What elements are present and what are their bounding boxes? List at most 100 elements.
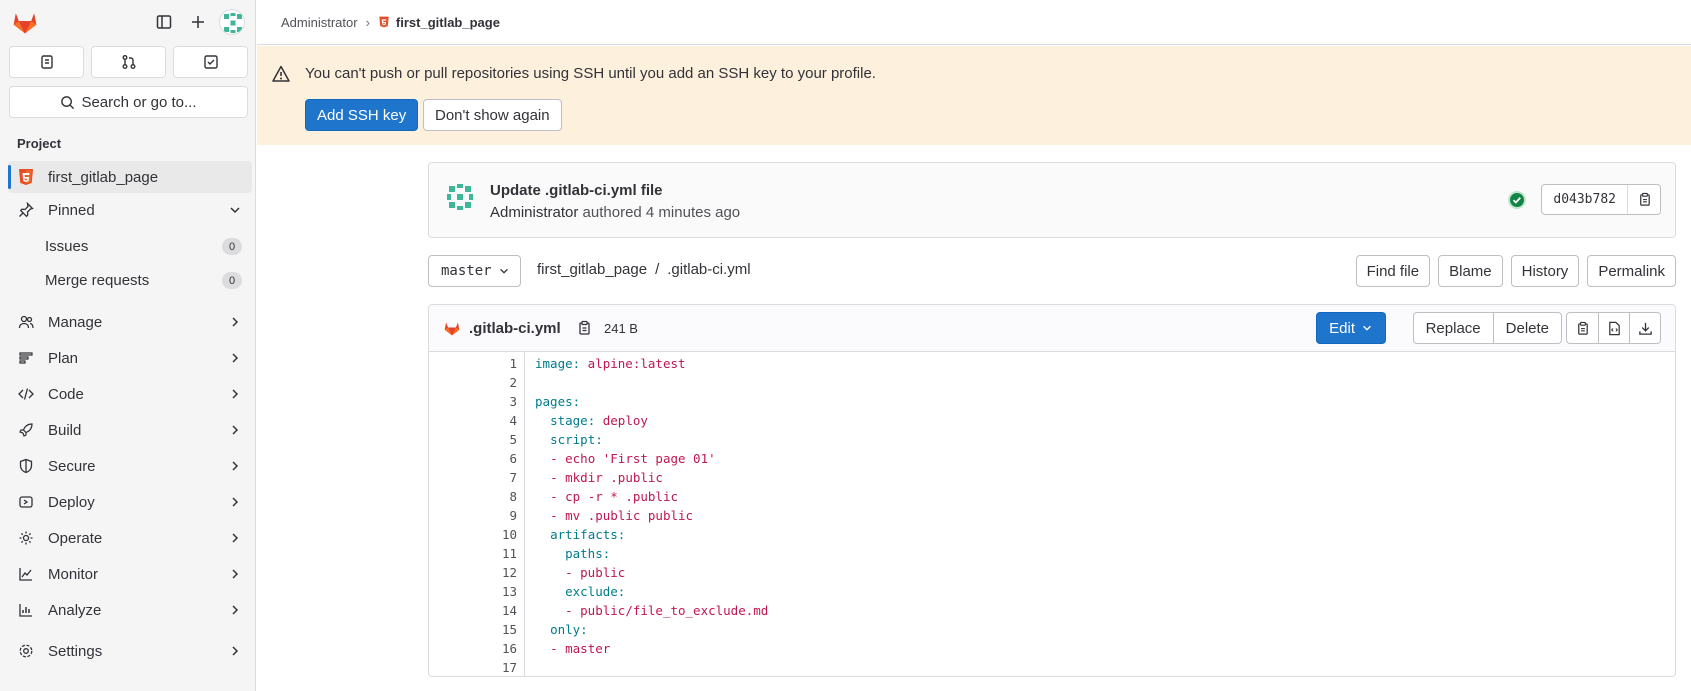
path-root-link[interactable]: first_gitlab_page [537,261,647,278]
replace-button[interactable]: Replace [1414,313,1493,343]
sidebar-item-manage[interactable]: Manage [8,306,252,338]
chevron-right-icon [232,569,239,579]
issues-counter-button[interactable] [9,46,84,78]
commit-author[interactable]: Administrator [490,204,578,221]
line-number[interactable]: 16 [429,639,517,658]
sidebar-item-label: Secure [48,457,96,475]
breadcrumb-current[interactable]: first_gitlab_page [378,15,500,30]
yaml-value: alpine:latest [580,356,686,371]
line-number[interactable]: 4 [429,411,517,430]
chevron-right-icon [232,605,239,615]
sidebar-item-merge-requests[interactable]: Merge requests 0 [8,265,252,295]
chevron-right-icon [232,533,239,543]
breadcrumb: Administrator › first_gitlab_page [257,0,1691,45]
copy-sha-button[interactable] [1628,185,1660,214]
line-number[interactable]: 11 [429,544,517,563]
yaml-value: - master [550,641,611,656]
chevron-right-icon [232,317,239,327]
yaml-value: - cp -r * .public [550,489,678,504]
copy-contents-button[interactable] [1567,313,1598,343]
search-button[interactable]: Search or go to... [9,86,248,118]
html5-icon [16,167,36,187]
edit-label: Edit [1329,319,1355,337]
sidebar-item-settings[interactable]: Settings [8,635,252,667]
sidebar-item-deploy[interactable]: Deploy [8,486,252,518]
sidebar-toggle-icon[interactable] [153,11,175,33]
pinned-label: Pinned [48,201,95,219]
chevron-right-icon [232,353,239,363]
line-number[interactable]: 10 [429,525,517,544]
history-button[interactable]: History [1510,255,1580,287]
count-badge: 0 [222,272,242,289]
edit-dropdown-button[interactable]: Edit [1316,312,1386,344]
sidebar-header [0,0,256,45]
line-number[interactable]: 8 [429,487,517,506]
add-ssh-key-button[interactable]: Add SSH key [305,99,419,131]
breadcrumb-root[interactable]: Administrator [281,15,358,30]
commit-meta: Administrator authored 4 minutes ago [490,204,740,221]
yaml-key: script: [550,432,603,447]
yaml-key: paths: [565,546,611,561]
sidebar-item-analyze[interactable]: Analyze [8,594,252,626]
cloud-gear-icon [16,528,36,548]
copy-path-icon[interactable] [576,320,592,336]
yaml-key: artifacts: [550,527,626,542]
line-number[interactable]: 17 [429,658,517,676]
line-number[interactable]: 14 [429,601,517,620]
line-number[interactable]: 13 [429,582,517,601]
line-number[interactable]: 9 [429,506,517,525]
code-line: - echo 'First page 01' [535,449,716,468]
pipeline-status-passed-icon[interactable] [1507,190,1527,210]
dont-show-again-button[interactable]: Don't show again [423,99,562,131]
delete-button[interactable]: Delete [1492,313,1561,343]
sidebar-item-project[interactable]: first_gitlab_page [8,161,252,193]
settings-icon [16,641,36,661]
sidebar-item-plan[interactable]: Plan [8,342,252,374]
line-number[interactable]: 12 [429,563,517,582]
commit-sha[interactable]: d043b782 [1542,185,1628,214]
path-file-link[interactable]: .gitlab-ci.yml [667,261,750,278]
commit-author-avatar[interactable] [444,181,476,213]
html5-icon [379,16,389,28]
line-number[interactable]: 3 [429,392,517,411]
open-raw-button[interactable] [1598,313,1629,343]
plus-icon[interactable] [187,11,209,33]
sidebar-item-monitor[interactable]: Monitor [8,558,252,590]
line-number[interactable]: 7 [429,468,517,487]
ssh-key-alert: You can't push or pull repositories usin… [257,46,1691,145]
copy-icon [1578,321,1588,335]
sidebar-item-secure[interactable]: Secure [8,450,252,482]
todos-counter-button[interactable] [173,46,248,78]
blame-button[interactable]: Blame [1438,255,1503,287]
sidebar-item-build[interactable]: Build [8,414,252,446]
line-number[interactable]: 1 [429,354,517,373]
branch-dropdown[interactable]: master [428,255,521,287]
line-number[interactable]: 2 [429,373,517,392]
search-label: Search or go to... [81,93,197,111]
line-number[interactable]: 5 [429,430,517,449]
find-file-button[interactable]: Find file [1355,255,1431,287]
gitlab-logo[interactable] [10,8,40,36]
merge-requests-counter-button[interactable] [91,46,166,78]
planning-icon [16,348,36,368]
count-badge: 0 [222,238,242,255]
sidebar-item-operate[interactable]: Operate [8,522,252,554]
file-header: .gitlab-ci.yml 241 B Edit Replace Delete [429,305,1675,352]
permalink-button[interactable]: Permalink [1587,255,1676,287]
commit-title[interactable]: Update .gitlab-ci.yml file [490,182,663,199]
download-button[interactable] [1629,313,1660,343]
sidebar-item-label: Issues [45,237,89,255]
sidebar-item-label: Manage [48,313,103,331]
sidebar-item-pinned[interactable]: Pinned [8,194,252,226]
sidebar-item-code[interactable]: Code [8,378,252,410]
user-avatar[interactable] [219,9,245,35]
code-line: - master [535,639,610,658]
line-number[interactable]: 15 [429,620,517,639]
line-number[interactable]: 6 [429,449,517,468]
sidebar-item-issues[interactable]: Issues 0 [8,231,252,261]
